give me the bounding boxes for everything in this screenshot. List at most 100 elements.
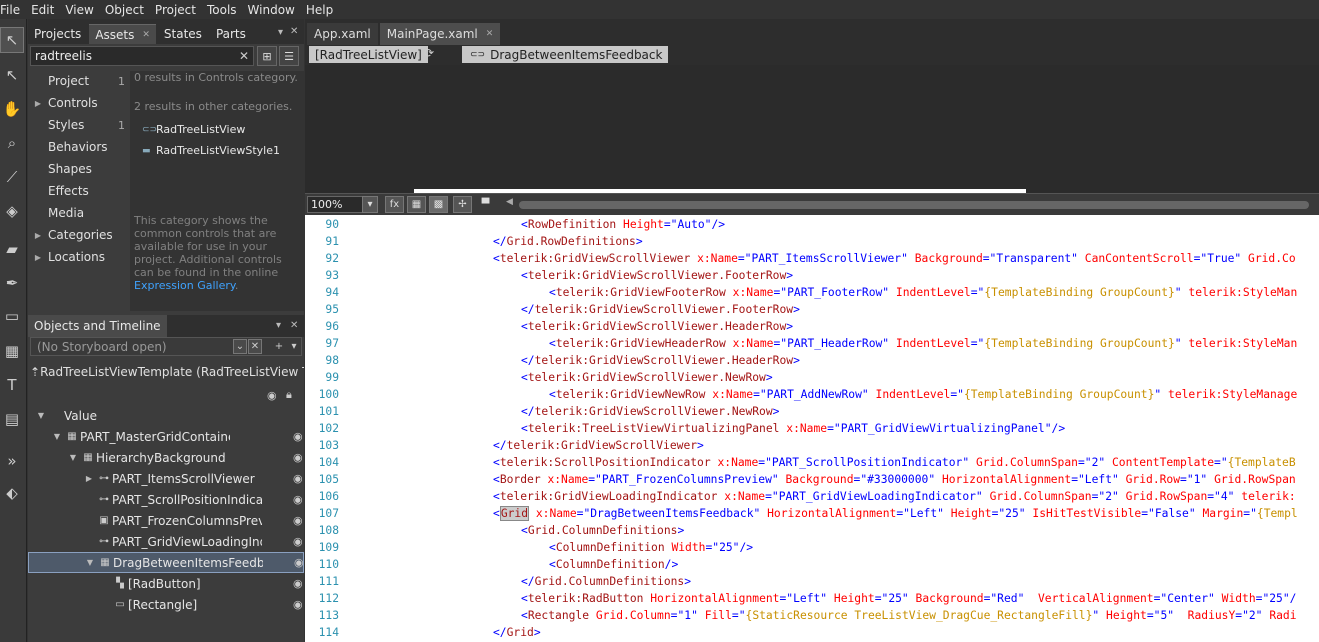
code-line[interactable]: </telerik:GridViewScrollViewer.FooterRow… <box>521 301 800 318</box>
menu-item-window[interactable]: Window <box>242 3 300 17</box>
code-line[interactable]: <telerik:GridViewScrollViewer.FooterRow> <box>521 267 793 284</box>
grid-layout-icon[interactable]: ▦ <box>0 338 24 364</box>
code-line[interactable]: <Grid.ColumnDefinitions> <box>521 522 684 539</box>
asset-item[interactable]: ▬ RadTreeListViewStyle1 <box>142 144 280 157</box>
doc-tab[interactable]: App.xaml <box>307 23 378 45</box>
selection-icon[interactable]: ↖ <box>0 27 24 53</box>
clear-search-icon[interactable]: ✕ <box>239 47 249 65</box>
eye-icon[interactable]: ◉ <box>293 598 303 611</box>
code-line[interactable]: </Grid.RowDefinitions> <box>493 233 643 250</box>
eye-icon[interactable]: ◉ <box>293 514 303 527</box>
close-tab-icon[interactable]: ✕ <box>486 29 494 39</box>
tree-node[interactable]: ▣PART_FrozenColumnsPreview◉○ <box>28 510 322 531</box>
scroll-left-icon[interactable]: ◀ <box>506 197 513 207</box>
design-surface[interactable] <box>305 65 1319 193</box>
menu-item-object[interactable]: Object <box>99 3 149 17</box>
horizontal-scrollbar[interactable] <box>519 201 1309 209</box>
code-line[interactable]: <telerik:GridViewLoadingIndicator x:Name… <box>493 488 1296 505</box>
menu-item-view[interactable]: View <box>59 3 98 17</box>
eye-icon[interactable]: ◉ <box>293 430 303 443</box>
snap-grid-icon[interactable]: ▩ <box>429 196 448 213</box>
tab-parts[interactable]: Parts <box>210 24 252 44</box>
annotation-icon[interactable]: ▀ <box>476 196 495 213</box>
menu-item-file[interactable]: File <box>0 3 25 17</box>
expand-icon[interactable]: ▶ <box>28 231 48 240</box>
pin-icon[interactable]: ▾ <box>278 27 283 38</box>
tree-node[interactable]: ▭[Rectangle]◉○ <box>28 594 322 615</box>
tree-node[interactable]: ⊶PART_ScrollPositionIndicator◉○ <box>28 489 322 510</box>
template-scope-icon[interactable]: ⟳ <box>424 46 434 60</box>
tree-node[interactable]: ▼▦HierarchyBackground◉○ <box>28 447 322 468</box>
code-line[interactable]: <telerik:GridViewScrollViewer.NewRow> <box>521 369 773 386</box>
lock-icon[interactable]: 🔒︎ <box>286 388 292 402</box>
code-line[interactable]: </Grid> <box>493 624 541 641</box>
breadcrumb-current[interactable]: ⊂⊃ DragBetweenItemsFeedback <box>462 46 669 63</box>
expand-icon[interactable]: ▼ <box>50 432 64 441</box>
tree-node[interactable]: ▼▦PART_MasterGridContainer◉○ <box>28 426 322 447</box>
menu-item-project[interactable]: Project <box>149 3 201 17</box>
brush-transform-icon[interactable]: ▰ <box>0 236 24 262</box>
code-line[interactable]: <ColumnDefinition/> <box>549 556 678 573</box>
category-categories[interactable]: ▶ Categories <box>28 225 128 245</box>
category-media[interactable]: Media <box>28 203 128 223</box>
eye-icon[interactable]: ◉ <box>293 472 303 485</box>
code-line[interactable]: <Border x:Name="PART_FrozenColumnsPrevie… <box>493 471 1296 488</box>
code-line[interactable]: <Grid x:Name="DragBetweenItemsFeedback" … <box>493 505 1298 522</box>
close-storyboard-icon[interactable]: ✕ <box>248 339 262 354</box>
code-line[interactable]: <telerik:GridViewHeaderRow x:Name="PART_… <box>549 335 1297 352</box>
objects-timeline-tab[interactable]: Objects and Timeline <box>28 315 167 337</box>
tree-node[interactable]: ▼▦DragBetweenItemsFeedback◉○ <box>28 552 323 573</box>
zoom-icon[interactable]: ⌕ <box>0 130 24 156</box>
code-line[interactable]: <telerik:ScrollPositionIndicator x:Name=… <box>493 454 1296 471</box>
list-view-icon[interactable]: ☰ <box>279 46 299 66</box>
assets-search-input[interactable]: radtreelis ✕ <box>30 46 254 66</box>
close-tab-icon[interactable]: ✕ <box>142 30 150 40</box>
category-shapes[interactable]: Shapes <box>28 159 128 179</box>
category-effects[interactable]: Effects <box>28 181 128 201</box>
category-controls[interactable]: ▶ Controls <box>28 93 128 113</box>
expand-icon[interactable]: ▼ <box>83 558 97 567</box>
text-icon[interactable]: T <box>0 372 24 398</box>
zoom-select[interactable]: 100% <box>307 196 367 213</box>
tree-node[interactable]: ▼ Value <box>28 405 304 426</box>
tree-node[interactable]: ⊶PART_GridViewLoadingIndicat◉○ <box>28 531 322 552</box>
code-line[interactable]: <telerik:GridViewFooterRow x:Name="PART_… <box>549 284 1297 301</box>
code-line[interactable]: <telerik:GridViewNewRow x:Name="PART_Add… <box>549 386 1297 403</box>
up-scope-icon[interactable]: ⇡ <box>30 365 40 379</box>
eye-icon[interactable]: ◉ <box>293 493 303 506</box>
direct-selection-icon[interactable]: ↖ <box>0 62 24 88</box>
grid-icon[interactable]: ▦ <box>407 196 426 213</box>
more-tools-icon[interactable]: » <box>0 448 24 474</box>
expand-icon[interactable]: ▶ <box>28 253 48 262</box>
expand-icon[interactable]: ▶ <box>28 99 48 108</box>
expand-icon[interactable]: ▼ <box>34 411 48 420</box>
breadcrumb-root[interactable]: [RadTreeListView] <box>309 46 428 63</box>
eye-icon[interactable]: ◉ <box>267 389 277 402</box>
code-line[interactable]: <ColumnDefinition Width="25"/> <box>549 539 753 556</box>
control-tool-icon[interactable]: ▤ <box>0 406 24 432</box>
zoom-dropdown-icon[interactable]: ▾ <box>362 196 378 213</box>
pen-icon[interactable]: ✒ <box>0 270 24 296</box>
category-locations[interactable]: ▶ Locations <box>28 247 128 267</box>
tab-assets[interactable]: Assets ✕ <box>89 24 156 44</box>
add-storyboard-icon[interactable]: + <box>272 339 286 354</box>
pin-icon[interactable]: ▾ <box>276 320 281 331</box>
code-line[interactable]: <telerik:RadButton HorizontalAlignment="… <box>521 590 1296 607</box>
eye-icon[interactable]: ◉ <box>294 556 304 569</box>
tree-node[interactable]: ▶⊶PART_ItemsScrollViewer◉○ <box>28 468 322 489</box>
category-behaviors[interactable]: Behaviors <box>28 137 128 157</box>
pan-icon[interactable]: ✋ <box>0 96 24 122</box>
code-line[interactable]: <telerik:GridViewScrollViewer.HeaderRow> <box>521 318 793 335</box>
rectangle-icon[interactable]: ▭ <box>0 303 24 329</box>
code-line[interactable]: </Grid.ColumnDefinitions> <box>521 573 691 590</box>
expression-gallery-link[interactable]: Expression Gallery <box>134 279 235 292</box>
doc-tab[interactable]: MainPage.xaml ✕ <box>379 23 501 45</box>
menu-item-edit[interactable]: Edit <box>25 3 59 17</box>
grid-view-icon[interactable]: ⊞ <box>257 46 277 66</box>
category-styles[interactable]: Styles 1 <box>28 115 128 135</box>
code-line[interactable]: </telerik:GridViewScrollViewer.NewRow> <box>521 403 779 420</box>
tree-node[interactable]: ▚[RadButton]◉○ <box>28 573 322 594</box>
code-line[interactable]: </telerik:GridViewScrollViewer.HeaderRow… <box>521 352 800 369</box>
storyboard-menu-icon[interactable]: ▾ <box>287 339 301 354</box>
eyedropper-icon[interactable]: ⟋ <box>0 164 24 190</box>
